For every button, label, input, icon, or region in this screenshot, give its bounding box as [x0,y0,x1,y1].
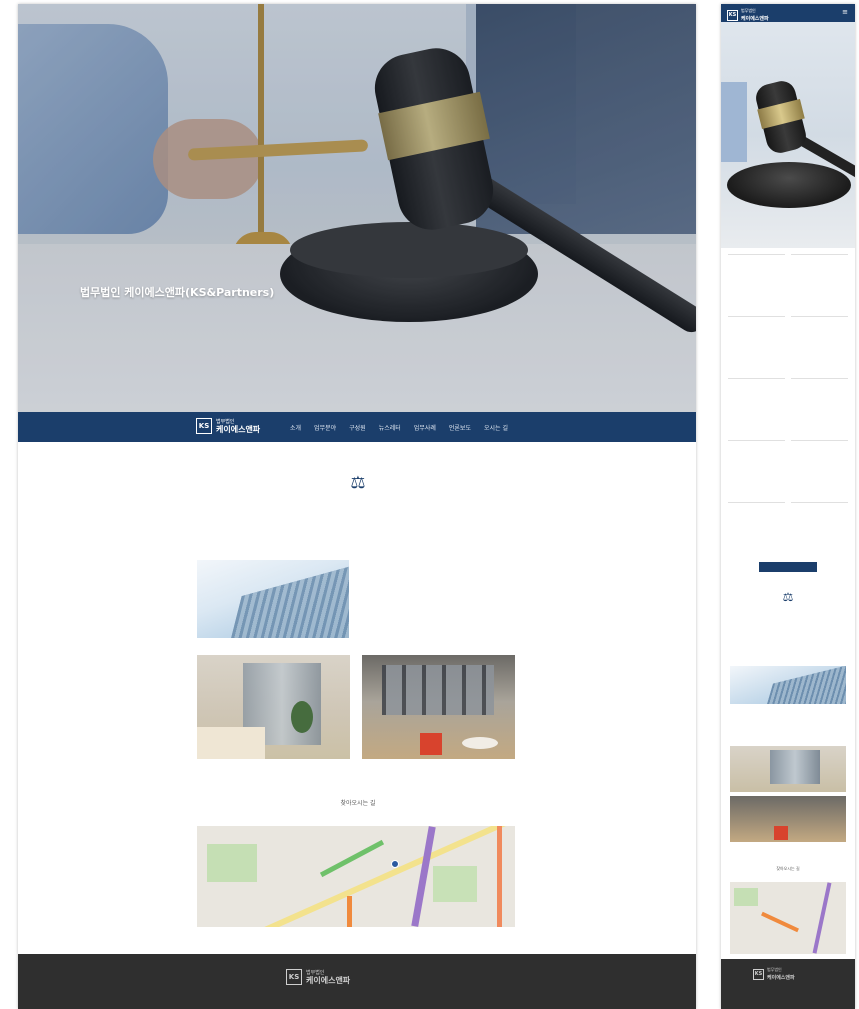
intro-text [218,508,498,510]
news-card[interactable] [728,502,785,556]
nav-item-about[interactable]: 소개 [290,423,301,432]
news-card[interactable] [791,440,848,494]
scale-icon: ⚖ [350,473,366,493]
map-road-green [319,839,385,878]
mobile-office-chair [774,826,788,840]
location-map[interactable] [197,826,515,927]
news-card[interactable] [791,316,848,370]
logo-name: 케이에스앤파 [306,976,351,985]
mobile-building-image [730,666,846,704]
hero-text: 법무법인 케이에스앤파(KS&Partners) [80,284,440,318]
hero-overlay [18,4,696,412]
office-window [382,665,494,715]
building-tower-shape [212,560,349,638]
page-root: 법무법인 케이에스앤파(KS&Partners) KS 법무법인 케이에스앤파 … [0,0,859,1009]
logo-text: 법무법인 케이에스앤파 [767,966,795,982]
map-road-purple [812,882,832,954]
logo-name: 케이에스앤파 [767,975,795,981]
mobile-map-title: 찾아오시는 길 [776,866,800,871]
news-card[interactable] [728,378,785,432]
nav-menu: 소개 업무분야 구성원 뉴스레터 업무사례 언론보도 오시는 길 [290,423,508,432]
building-image [197,560,349,638]
nav-item-location[interactable]: 오시는 길 [484,423,508,432]
more-news-button[interactable] [759,562,817,572]
mobile-hero-sleeve [721,82,747,162]
office-red-chair [420,733,442,755]
map-park [433,866,477,902]
map-pin-icon[interactable] [391,860,399,868]
nav-item-newsletter[interactable]: 뉴스레터 [379,423,401,432]
logo-mark-icon: KS [196,418,212,434]
office-lounge-image [362,655,515,759]
mobile-footer-logo: KS 법무법인 케이에스앤파 [753,966,795,982]
mobile-hero-sound-block [727,162,851,208]
mobile-building-tower-shape [756,666,846,704]
office-round-table [462,737,498,749]
nav-item-press[interactable]: 언론보도 [449,423,471,432]
mobile-office-glass [770,750,820,784]
mobile-news-grid [728,254,848,556]
logo-small-text: 법무법인 [741,8,756,13]
nav-item-practice[interactable]: 업무분야 [314,423,336,432]
nav-item-members[interactable]: 구성원 [349,423,366,432]
mobile-header: KS 법무법인 케이에스앤파 ≡ [721,4,855,22]
logo-name: 케이에스앤파 [216,425,261,434]
logo-small-text: 법무법인 [767,967,782,972]
map-park [734,888,758,906]
desktop-mockup: 법무법인 케이에스앤파(KS&Partners) KS 법무법인 케이에스앤파 … [18,4,696,1009]
logo-mark-icon: KS [727,9,738,21]
mobile-logo[interactable]: KS 법무법인 케이에스앤파 [727,7,769,23]
logo-text: 법무법인 케이에스앤파 [216,418,260,434]
menu-icon[interactable]: ≡ [842,9,848,16]
footer: KS 법무법인 케이에스앤파 [18,954,696,1009]
mobile-hero [721,22,855,248]
scale-icon: ⚖ [782,590,794,604]
hero-title: 법무법인 케이에스앤파(KS&Partners) [80,286,275,299]
news-card[interactable] [791,254,848,308]
mobile-footer: KS 법무법인 케이에스앤파 [721,959,855,1009]
mobile-office-lounge-image [730,796,846,842]
map-road-red [497,826,502,927]
map-road-orange [761,911,799,933]
main-navbar: KS 법무법인 케이에스앤파 소개 업무분야 구성원 뉴스레터 업무사례 언론보… [18,412,696,442]
mobile-mockup: KS 법무법인 케이에스앤파 ≡ ⚖ 찾아오시는 길 KS 법무법인 케이에스앤… [721,4,855,1009]
nav-logo[interactable]: KS 법무법인 케이에스앤파 [196,418,260,434]
logo-mark-icon: KS [753,968,764,980]
office-reception-desk [197,727,265,759]
news-card[interactable] [728,440,785,494]
news-card[interactable] [728,254,785,308]
news-card[interactable] [728,316,785,370]
office-plant [291,701,313,733]
map-road-orange [347,896,352,927]
logo-mark-icon: KS [286,969,302,985]
news-card[interactable] [791,502,848,556]
logo-text: 법무법인 케이에스앤파 [741,7,769,23]
news-card[interactable] [791,378,848,432]
office-lobby-image [197,655,350,759]
nav-item-cases[interactable]: 업무사례 [414,423,436,432]
map-title: 찾아오시는 길 [340,800,376,807]
mobile-office-lobby-image [730,746,846,792]
hero-banner: 법무법인 케이에스앤파(KS&Partners) [18,4,696,412]
map-park [207,844,257,882]
logo-text: 법무법인 케이에스앤파 [306,969,350,985]
mobile-location-map[interactable] [730,882,846,954]
footer-logo: KS 법무법인 케이에스앤파 [286,969,350,985]
